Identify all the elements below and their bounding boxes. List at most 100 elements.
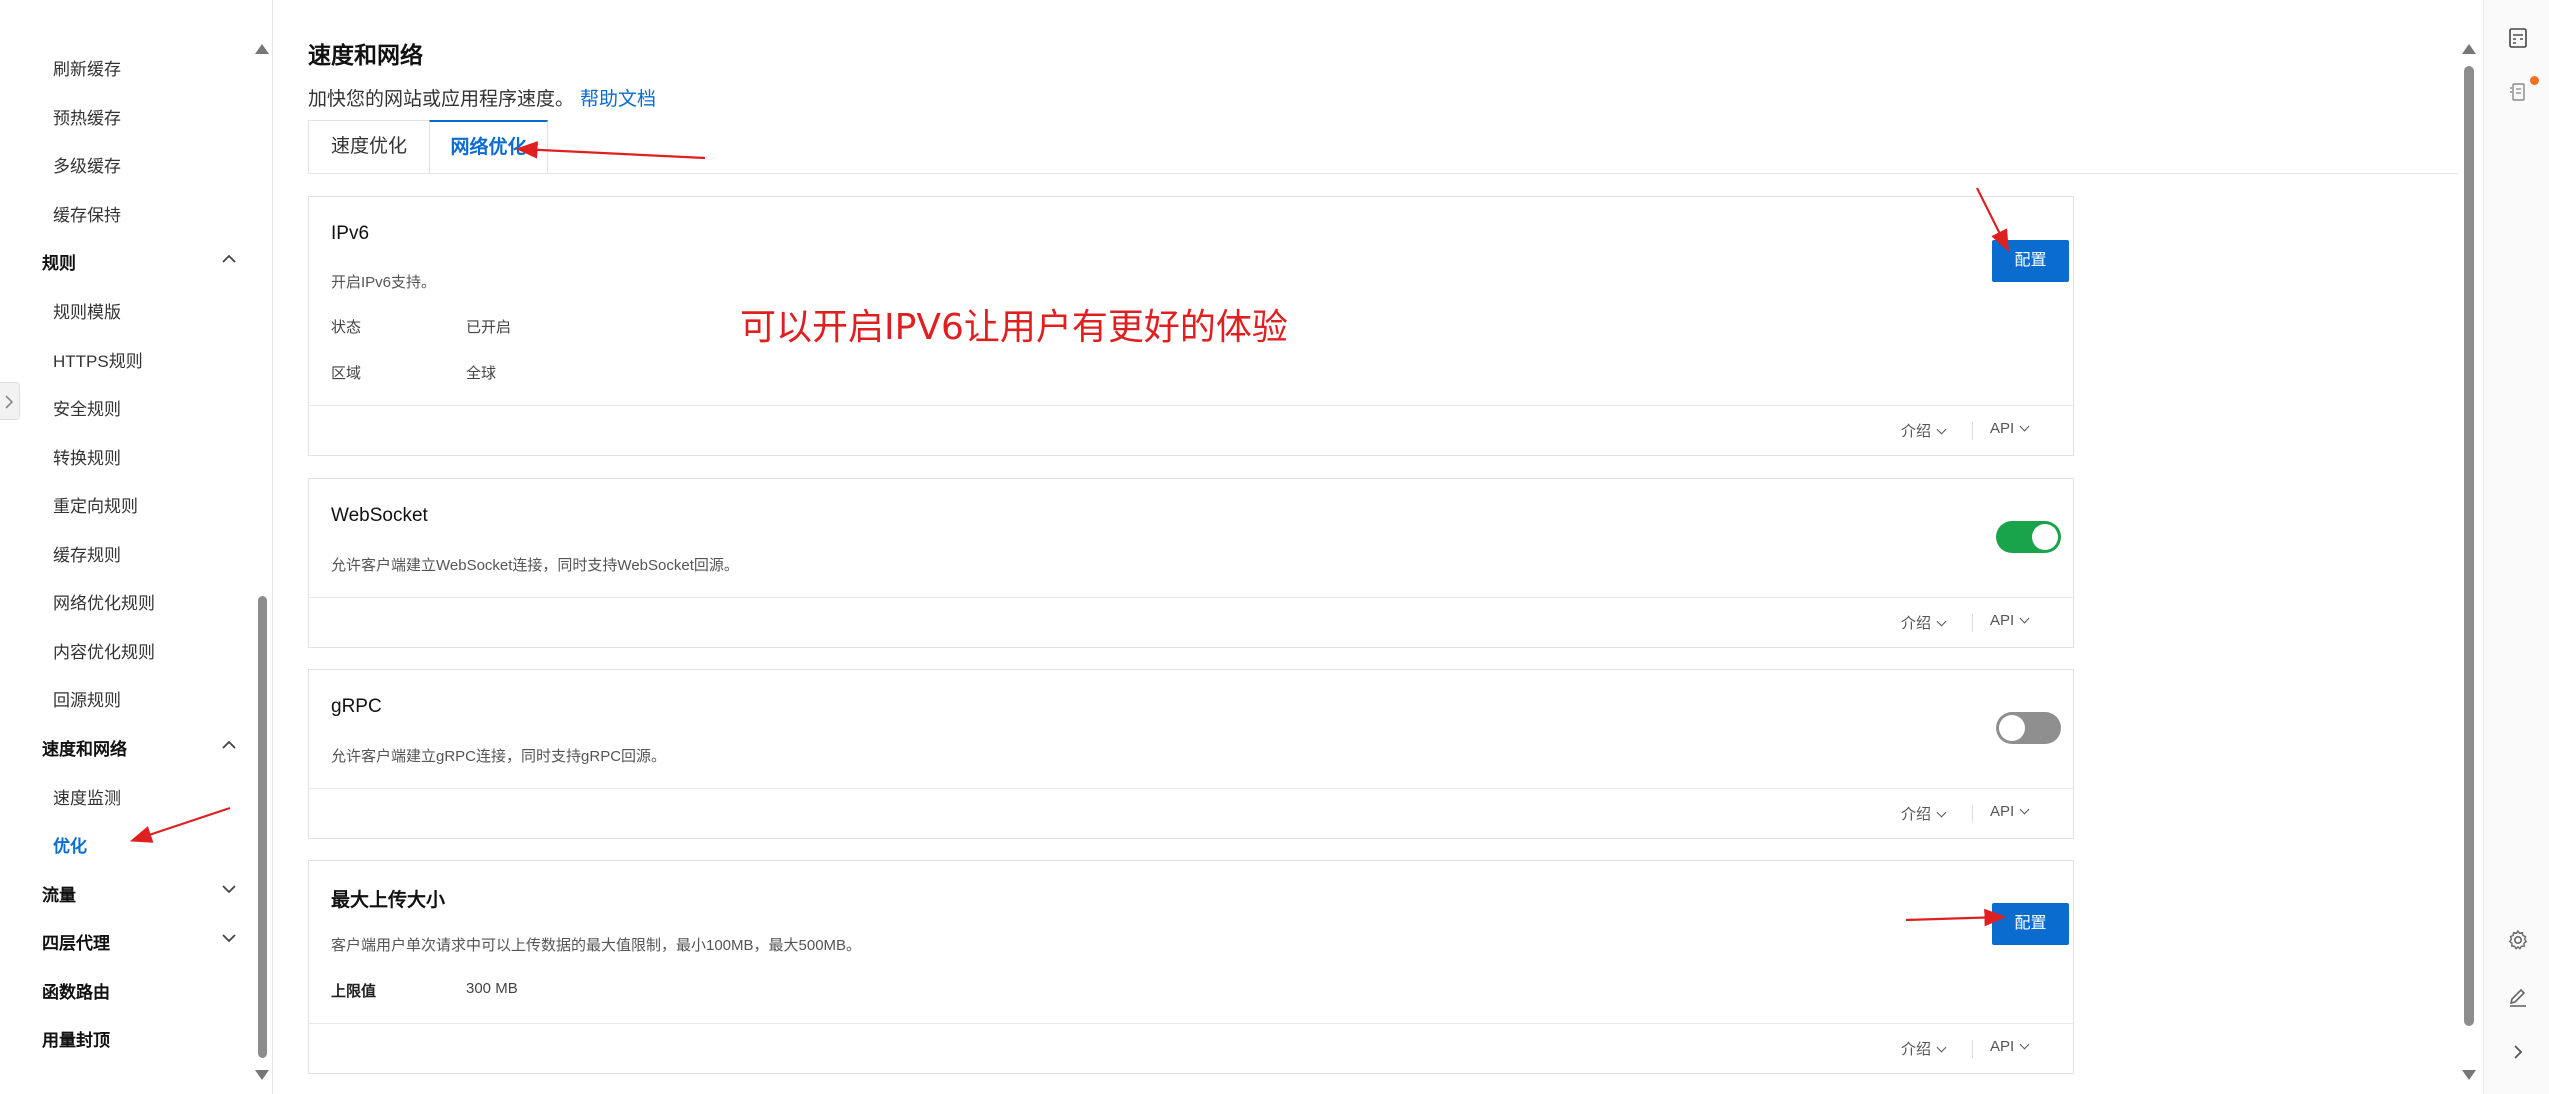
sidebar-item-https-rules[interactable]: HTTPS规则	[53, 347, 143, 372]
sidebar-item-prefetch-cache[interactable]: 预热缓存	[53, 104, 121, 129]
max-upload-config-button[interactable]: 配置	[1992, 903, 2069, 945]
sidebar-item-security-rules[interactable]: 安全规则	[53, 395, 121, 420]
intro-dropdown[interactable]: 介绍	[1901, 420, 1947, 441]
chevron-up-icon[interactable]	[220, 736, 238, 754]
sidebar-item-origin-rules[interactable]: 回源规则	[53, 686, 121, 711]
card-title: WebSocket	[331, 505, 428, 526]
calculator-icon[interactable]	[2506, 26, 2530, 50]
settings-icon[interactable]	[2506, 928, 2530, 952]
chevron-down-icon	[1936, 807, 1947, 818]
card-description: 允许客户端建立WebSocket连接，同时支持WebSocket回源。	[331, 557, 739, 574]
sidebar-item-network-opt-rules[interactable]: 网络优化规则	[53, 589, 155, 614]
document-list-icon[interactable]	[2506, 80, 2530, 104]
card-description: 客户端用户单次请求中可以上传数据的最大值限制，最小100MB，最大500MB。	[331, 937, 862, 954]
api-label: API	[1990, 1038, 2015, 1055]
intro-label: 介绍	[1901, 1041, 1932, 1058]
chevron-down-icon	[2019, 421, 2030, 432]
field-value-region: 全球	[466, 365, 497, 382]
sidebar-item-usage-cap[interactable]: 用量封顶	[42, 1026, 110, 1051]
tab-divider	[308, 173, 2458, 174]
sidebar-item-function-routing[interactable]: 函数路由	[42, 978, 110, 1003]
intro-label: 介绍	[1901, 806, 1932, 823]
chevron-down-icon	[2019, 1039, 2030, 1050]
api-label: API	[1990, 420, 2015, 437]
card-max-upload-size: 最大上传大小 客户端用户单次请求中可以上传数据的最大值限制，最小100MB，最大…	[308, 860, 2074, 1074]
card-title: IPv6	[331, 223, 370, 244]
card-description: 允许客户端建立gRPC连接，同时支持gRPC回源。	[331, 748, 667, 765]
sidebar-collapse-handle[interactable]	[0, 382, 20, 420]
toggle-knob	[2032, 524, 2058, 550]
sidebar-item-cache-keep[interactable]: 缓存保持	[53, 201, 121, 226]
card-footer: 介绍 API	[309, 1023, 2073, 1073]
intro-dropdown[interactable]: 介绍	[1901, 1038, 1947, 1059]
footer-separator	[1972, 422, 1973, 440]
sidebar-item-redirect-rules[interactable]: 重定向规则	[53, 492, 138, 517]
field-value-status: 已开启	[466, 319, 512, 336]
annotation-text: 可以开启IPV6让用户有更好的体验	[740, 307, 1288, 348]
sidebar-item-cache-rules[interactable]: 缓存规则	[53, 541, 121, 566]
sidebar-item-transform-rules[interactable]: 转换规则	[53, 444, 121, 469]
right-tool-rail	[2483, 0, 2549, 1094]
footer-separator	[1972, 1040, 1973, 1058]
intro-dropdown[interactable]: 介绍	[1901, 803, 1947, 824]
api-dropdown[interactable]: API	[1990, 612, 2030, 629]
sidebar: 刷新缓存 预热缓存 多级缓存 缓存保持 规则 规则模版 HTTPS规则 安全规则…	[0, 0, 272, 1094]
card-footer: 介绍 API	[309, 405, 2073, 455]
field-label-status: 状态	[331, 319, 362, 336]
tab-network-optimization[interactable]: 网络优化	[429, 120, 548, 174]
grpc-toggle[interactable]	[1996, 712, 2061, 744]
footer-separator	[1972, 614, 1973, 632]
chevron-right-icon[interactable]	[2506, 1040, 2530, 1064]
api-label: API	[1990, 612, 2015, 629]
api-dropdown[interactable]: API	[1990, 1038, 2030, 1055]
sidebar-item-rule-templates[interactable]: 规则模版	[53, 298, 121, 323]
chevron-down-icon	[1936, 616, 1947, 627]
sidebar-group-traffic[interactable]: 流量	[42, 881, 76, 906]
main-content: 速度和网络 加快您的网站或应用程序速度。 帮助文档 速度优化 网络优化 IPv6 …	[273, 0, 2473, 1094]
intro-label: 介绍	[1901, 615, 1932, 632]
footer-separator	[1972, 805, 1973, 823]
tab-speed-optimization[interactable]: 速度优化	[308, 120, 430, 174]
edit-icon[interactable]	[2506, 985, 2530, 1009]
page-title: 速度和网络	[308, 42, 423, 68]
chevron-down-icon	[2019, 804, 2030, 815]
sidebar-item-speed-monitor[interactable]: 速度监测	[53, 784, 121, 809]
card-title: 最大上传大小	[331, 890, 446, 911]
card-websocket: WebSocket 允许客户端建立WebSocket连接，同时支持WebSock…	[308, 478, 2074, 648]
api-dropdown[interactable]: API	[1990, 803, 2030, 820]
main-scrollbar-thumb[interactable]	[2464, 66, 2474, 1026]
chevron-down-icon	[2019, 613, 2030, 624]
sidebar-group-speed-network[interactable]: 速度和网络	[42, 735, 127, 760]
chevron-down-icon	[1936, 1042, 1947, 1053]
intro-dropdown[interactable]: 介绍	[1901, 612, 1947, 633]
card-footer: 介绍 API	[309, 788, 2073, 838]
card-grpc: gRPC 允许客户端建立gRPC连接，同时支持gRPC回源。 介绍 API	[308, 669, 2074, 839]
field-value-upper-limit: 300 MB	[466, 980, 518, 997]
field-label-region: 区域	[331, 365, 362, 382]
scroll-down-arrow[interactable]	[2462, 1070, 2476, 1080]
sidebar-item-refresh-cache[interactable]: 刷新缓存	[53, 55, 121, 80]
sidebar-scrollbar-thumb[interactable]	[258, 596, 267, 1058]
websocket-toggle[interactable]	[1996, 521, 2061, 553]
scroll-down-arrow[interactable]	[255, 1070, 269, 1080]
sidebar-group-layer4-proxy[interactable]: 四层代理	[42, 929, 110, 954]
sidebar-group-rules[interactable]: 规则	[42, 249, 76, 274]
intro-label: 介绍	[1901, 423, 1932, 440]
card-description: 开启IPv6支持。	[331, 274, 437, 291]
page-description-text: 加快您的网站或应用程序速度。	[308, 89, 575, 110]
chevron-down-icon[interactable]	[220, 880, 238, 898]
page-description: 加快您的网站或应用程序速度。 帮助文档	[308, 84, 656, 111]
api-dropdown[interactable]: API	[1990, 420, 2030, 437]
ipv6-config-button[interactable]: 配置	[1992, 240, 2069, 282]
field-label-upper-limit: 上限值	[331, 983, 377, 1000]
toggle-knob	[1999, 715, 2025, 741]
sidebar-item-multilevel-cache[interactable]: 多级缓存	[53, 152, 121, 177]
chevron-down-icon[interactable]	[220, 929, 238, 947]
api-label: API	[1990, 803, 2015, 820]
card-footer: 介绍 API	[309, 597, 2073, 647]
chevron-up-icon[interactable]	[220, 250, 238, 268]
help-docs-link[interactable]: 帮助文档	[580, 89, 656, 110]
sidebar-item-content-opt-rules[interactable]: 内容优化规则	[53, 638, 155, 663]
sidebar-item-optimization[interactable]: 优化	[53, 832, 87, 857]
chevron-down-icon	[1936, 424, 1947, 435]
